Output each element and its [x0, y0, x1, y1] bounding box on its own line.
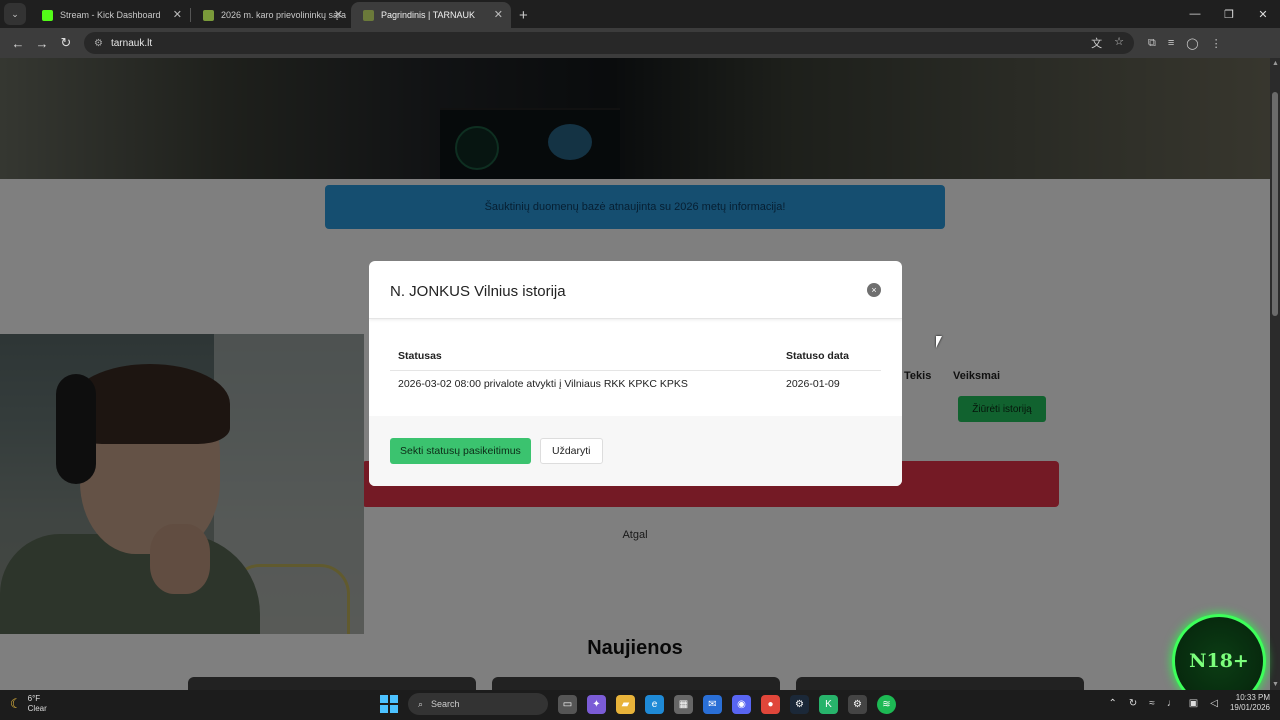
back-arrow-icon[interactable]: ←: [6, 36, 30, 51]
restore-icon[interactable]: ❐: [1212, 0, 1246, 28]
profile-icon[interactable]: ◯: [1186, 37, 1198, 50]
mouse-cursor-icon: [936, 336, 942, 348]
chrome-icon[interactable]: ●: [761, 694, 780, 714]
tab-search-button[interactable]: ⌄: [4, 3, 26, 25]
weather-desc: Clear: [27, 704, 47, 713]
spotify-icon[interactable]: ≋: [877, 694, 896, 714]
clock[interactable]: 10:33 PM 19/01/2026: [1230, 693, 1270, 713]
modal-footer: Sekti statusų pasikeitimus Uždaryti: [369, 416, 902, 486]
weather-temp: 6°F: [27, 694, 41, 703]
browser-toolbar: ← → ↻ ⚙ tarnauk.lt 文 ☆ ⧉ ≡ ◯ ⋮: [0, 28, 1280, 58]
extensions-icon[interactable]: ⧉: [1148, 37, 1156, 50]
store-icon[interactable]: ▦: [674, 694, 693, 714]
column-header-status: Statusas: [398, 350, 442, 362]
scrollbar-thumb[interactable]: [1272, 92, 1278, 316]
new-tab-button[interactable]: +: [519, 7, 528, 24]
kick-app-icon[interactable]: K: [819, 694, 838, 714]
weather-widget[interactable]: ☾ 6°F Clear: [10, 694, 47, 714]
clock-date: 19/01/2026: [1229, 703, 1270, 712]
tab-close-icon[interactable]: ✕: [334, 8, 343, 21]
mail-icon[interactable]: ✉: [703, 694, 722, 714]
url-text: tarnauk.lt: [110, 37, 153, 49]
column-header-date: Statuso data: [786, 350, 850, 362]
translate-icon[interactable]: 文: [1091, 35, 1102, 51]
tab-close-icon[interactable]: ✕: [494, 8, 503, 21]
forward-arrow-icon[interactable]: →: [30, 36, 54, 51]
window-controls: — ❐ ✕: [1178, 0, 1280, 28]
sync-icon[interactable]: ↻: [1129, 698, 1137, 709]
windows-taskbar: ☾ 6°F Clear ⌕ Search ▭ ✦ ▰ e ▦ ✉ ◉ ● ⚙ K…: [0, 690, 1280, 720]
follow-status-button[interactable]: Sekti statusų pasikeitimus: [390, 438, 531, 464]
clock-time: 10:33 PM: [1235, 693, 1270, 702]
site-info-icon[interactable]: ⚙: [94, 38, 103, 49]
row-date: 2026-01-09: [786, 378, 840, 390]
tab-title: Stream - Kick Dashboard: [60, 10, 161, 20]
edge-icon[interactable]: e: [645, 694, 664, 714]
kick-favicon-icon: [42, 10, 53, 21]
tab-close-icon[interactable]: ✕: [173, 8, 182, 21]
table-header-row: Statusas Statuso data: [390, 343, 881, 371]
close-modal-button[interactable]: Uždaryti: [540, 438, 603, 464]
media-control-icon[interactable]: ≡: [1168, 37, 1174, 50]
status-history-table: Statusas Statuso data 2026-03-02 08:00 p…: [390, 343, 881, 399]
tab-title: Pagrindinis | TARNAUK: [381, 10, 476, 20]
microphone-icon[interactable]: ♩: [1167, 698, 1177, 709]
discord-icon[interactable]: ◉: [732, 694, 751, 714]
taskbar-apps: ⌕ Search ▭ ✦ ▰ e ▦ ✉ ◉ ● ⚙ K ⚙ ≋: [380, 693, 896, 715]
tab-conscripts-list[interactable]: 2026 m. karo prievolininkų sąra ✕: [191, 2, 351, 28]
tab-kick-dashboard[interactable]: Stream - Kick Dashboard ✕: [30, 2, 190, 28]
wifi-icon[interactable]: ≈: [1149, 698, 1155, 709]
settings-icon[interactable]: ⚙: [848, 694, 867, 714]
site-favicon-icon: [203, 10, 214, 21]
volume-icon[interactable]: ◁: [1210, 698, 1218, 709]
browser-tab-strip: ⌄ Stream - Kick Dashboard ✕ 2026 m. karo…: [0, 0, 1280, 28]
page-scrollbar[interactable]: ▲ ▼: [1270, 58, 1280, 690]
tarnauk-favicon-icon: [363, 10, 374, 21]
windows-start-icon[interactable]: [380, 695, 398, 713]
address-bar[interactable]: ⚙ tarnauk.lt 文 ☆: [84, 32, 1134, 54]
modal-title: N. JONKUS Vilnius istorija: [390, 283, 566, 300]
scroll-up-icon[interactable]: ▲: [1272, 60, 1279, 67]
moon-icon: ☾: [10, 696, 22, 711]
system-tray: ⌃ ↻ ≈ ♩ ▣ ◁ 10:33 PM 19/01/2026: [1109, 693, 1270, 713]
modal-close-icon[interactable]: ×: [867, 283, 881, 297]
tray-chevron-icon[interactable]: ⌃: [1109, 698, 1117, 709]
menu-kebab-icon[interactable]: ⋮: [1211, 37, 1222, 50]
network-icon[interactable]: ▣: [1189, 698, 1198, 709]
row-status: 2026-03-02 08:00 privalote atvykti į Vil…: [398, 378, 688, 390]
steam-icon[interactable]: ⚙: [790, 694, 809, 714]
file-explorer-icon[interactable]: ▰: [616, 694, 635, 714]
task-view-icon[interactable]: ▭: [558, 694, 577, 714]
tab-title: 2026 m. karo prievolininkų sąra: [221, 10, 347, 20]
copilot-icon[interactable]: ✦: [587, 694, 606, 714]
search-placeholder: Search: [431, 699, 460, 709]
taskbar-search[interactable]: ⌕ Search: [408, 693, 548, 715]
bookmark-star-icon[interactable]: ☆: [1114, 35, 1124, 51]
tab-tarnauk[interactable]: Pagrindinis | TARNAUK ✕: [351, 2, 511, 28]
scroll-down-icon[interactable]: ▼: [1272, 681, 1279, 688]
window-close-icon[interactable]: ✕: [1246, 0, 1280, 28]
table-row: 2026-03-02 08:00 privalote atvykti į Vil…: [390, 371, 881, 399]
history-modal: N. JONKUS Vilnius istorija × Statusas St…: [369, 261, 902, 486]
reload-icon[interactable]: ↻: [54, 35, 78, 51]
modal-header: N. JONKUS Vilnius istorija ×: [369, 261, 902, 319]
minimize-icon[interactable]: —: [1178, 0, 1212, 28]
search-icon: ⌕: [418, 698, 424, 709]
